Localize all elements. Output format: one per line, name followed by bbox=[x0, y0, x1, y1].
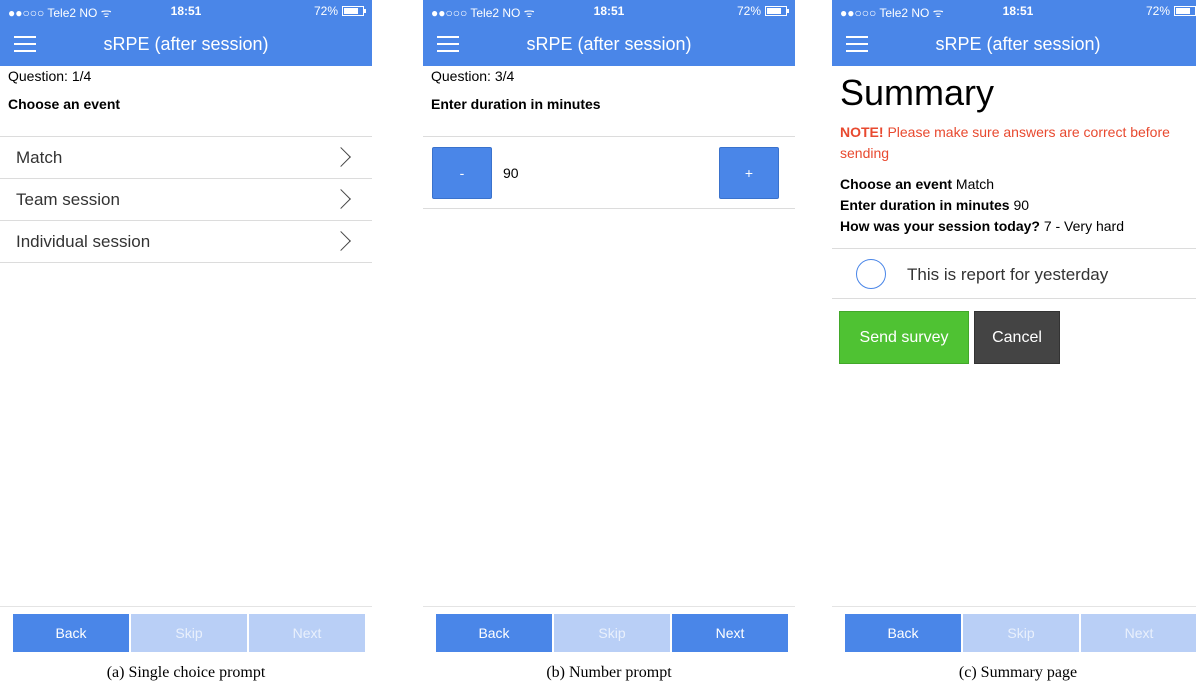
question-prompt: Choose an event bbox=[8, 96, 121, 112]
back-button[interactable]: Back bbox=[12, 613, 130, 653]
number-stepper: - 90 + bbox=[423, 136, 795, 209]
battery-icon bbox=[765, 6, 789, 16]
next-button[interactable]: Next bbox=[248, 613, 366, 653]
nav-title: sRPE (after session) bbox=[103, 34, 269, 54]
bottom-nav: Back Skip Next bbox=[0, 606, 372, 655]
phone-screen-single-choice: ●●○○○ Tele2 NO ᯤ 18:51 72% sRPE (after s… bbox=[0, 0, 372, 655]
bottom-nav: Back Skip Next bbox=[423, 606, 795, 655]
answer-summary: Choose an event Match Enter duration in … bbox=[832, 174, 1196, 237]
increment-button[interactable]: + bbox=[719, 147, 779, 199]
status-bar: ●●○○○ Tele2 NO ᯤ 18:51 72% bbox=[0, 0, 372, 22]
answer-question: How was your session today? bbox=[840, 218, 1040, 234]
caption-single-choice: (a) Single choice prompt bbox=[106, 664, 266, 681]
skip-button[interactable]: Skip bbox=[962, 613, 1080, 653]
note-text: Please make sure answers are correct bef… bbox=[840, 124, 1170, 161]
radio-button[interactable] bbox=[856, 259, 886, 289]
chevron-right-icon bbox=[331, 189, 351, 209]
battery-icon bbox=[1174, 6, 1196, 16]
question-prompt: Enter duration in minutes bbox=[431, 96, 601, 112]
back-button[interactable]: Back bbox=[844, 613, 962, 653]
yesterday-report-option[interactable]: This is report for yesterday bbox=[832, 248, 1196, 299]
duration-value[interactable]: 90 bbox=[503, 165, 519, 181]
decrement-button[interactable]: - bbox=[432, 147, 492, 199]
skip-button[interactable]: Skip bbox=[130, 613, 248, 653]
status-bar: ●●○○○ Tele2 NO ᯤ 18:51 72% bbox=[423, 0, 795, 22]
answer-row: Choose an event Match bbox=[840, 174, 1196, 195]
nav-title: sRPE (after session) bbox=[526, 34, 692, 54]
summary-actions: Send survey Cancel bbox=[832, 299, 1196, 379]
radio-label: This is report for yesterday bbox=[907, 265, 1109, 284]
battery-percent: 72% bbox=[313, 4, 338, 18]
warning-note: NOTE! Please make sure answers are corre… bbox=[832, 122, 1196, 174]
nav-bar: sRPE (after session) bbox=[423, 22, 795, 66]
battery-icon bbox=[342, 6, 366, 16]
status-bar: ●●○○○ Tele2 NO ᯤ 18:51 72% bbox=[832, 0, 1196, 22]
choice-team-session[interactable]: Team session bbox=[0, 179, 372, 221]
battery-percent: 72% bbox=[736, 4, 761, 18]
back-button[interactable]: Back bbox=[435, 613, 553, 653]
question-counter: Question: 1/4 bbox=[8, 68, 92, 84]
nav-title: sRPE (after session) bbox=[935, 34, 1101, 54]
clock: 18:51 bbox=[1002, 4, 1034, 18]
answer-row: How was your session today? 7 - Very har… bbox=[840, 216, 1196, 237]
phone-screen-summary: ●●○○○ Tele2 NO ᯤ 18:51 72% sRPE (after s… bbox=[832, 0, 1196, 655]
chevron-right-icon bbox=[331, 147, 351, 167]
battery-indicator: 72% bbox=[1146, 4, 1196, 18]
battery-indicator: 72% bbox=[736, 4, 789, 18]
choice-label: Team session bbox=[16, 189, 120, 209]
choice-individual-session[interactable]: Individual session bbox=[0, 221, 372, 263]
skip-button[interactable]: Skip bbox=[553, 613, 671, 653]
answer-value: 7 - Very hard bbox=[1039, 218, 1124, 234]
choice-label: Individual session bbox=[16, 231, 151, 251]
bottom-nav: Back Skip Next bbox=[832, 606, 1196, 655]
battery-indicator: 72% bbox=[313, 4, 366, 18]
answer-question: Choose an event bbox=[840, 176, 953, 192]
nav-bar: sRPE (after session) bbox=[0, 22, 372, 66]
phone-screen-number-prompt: ●●○○○ Tele2 NO ᯤ 18:51 72% sRPE (after s… bbox=[423, 0, 795, 655]
answer-row: Enter duration in minutes 90 bbox=[840, 195, 1196, 216]
caption-number-prompt: (b) Number prompt bbox=[546, 664, 672, 681]
send-survey-button[interactable]: Send survey bbox=[839, 311, 969, 364]
question-counter: Question: 3/4 bbox=[431, 68, 515, 84]
nav-bar: sRPE (after session) bbox=[832, 22, 1196, 66]
choice-match[interactable]: Match bbox=[0, 137, 372, 179]
cancel-button[interactable]: Cancel bbox=[974, 311, 1060, 364]
answer-value: Match bbox=[952, 176, 995, 192]
summary-title: Summary bbox=[840, 72, 995, 113]
next-button[interactable]: Next bbox=[671, 613, 789, 653]
next-button[interactable]: Next bbox=[1080, 613, 1196, 653]
note-label: NOTE! bbox=[840, 124, 884, 140]
choice-label: Match bbox=[16, 147, 63, 167]
choice-list: Match Team session Individual session bbox=[0, 136, 372, 263]
answer-question: Enter duration in minutes bbox=[840, 197, 1010, 213]
answer-value: 90 bbox=[1009, 197, 1030, 213]
caption-summary-page: (c) Summary page bbox=[958, 664, 1078, 681]
battery-percent: 72% bbox=[1145, 4, 1170, 18]
chevron-right-icon bbox=[331, 231, 351, 251]
